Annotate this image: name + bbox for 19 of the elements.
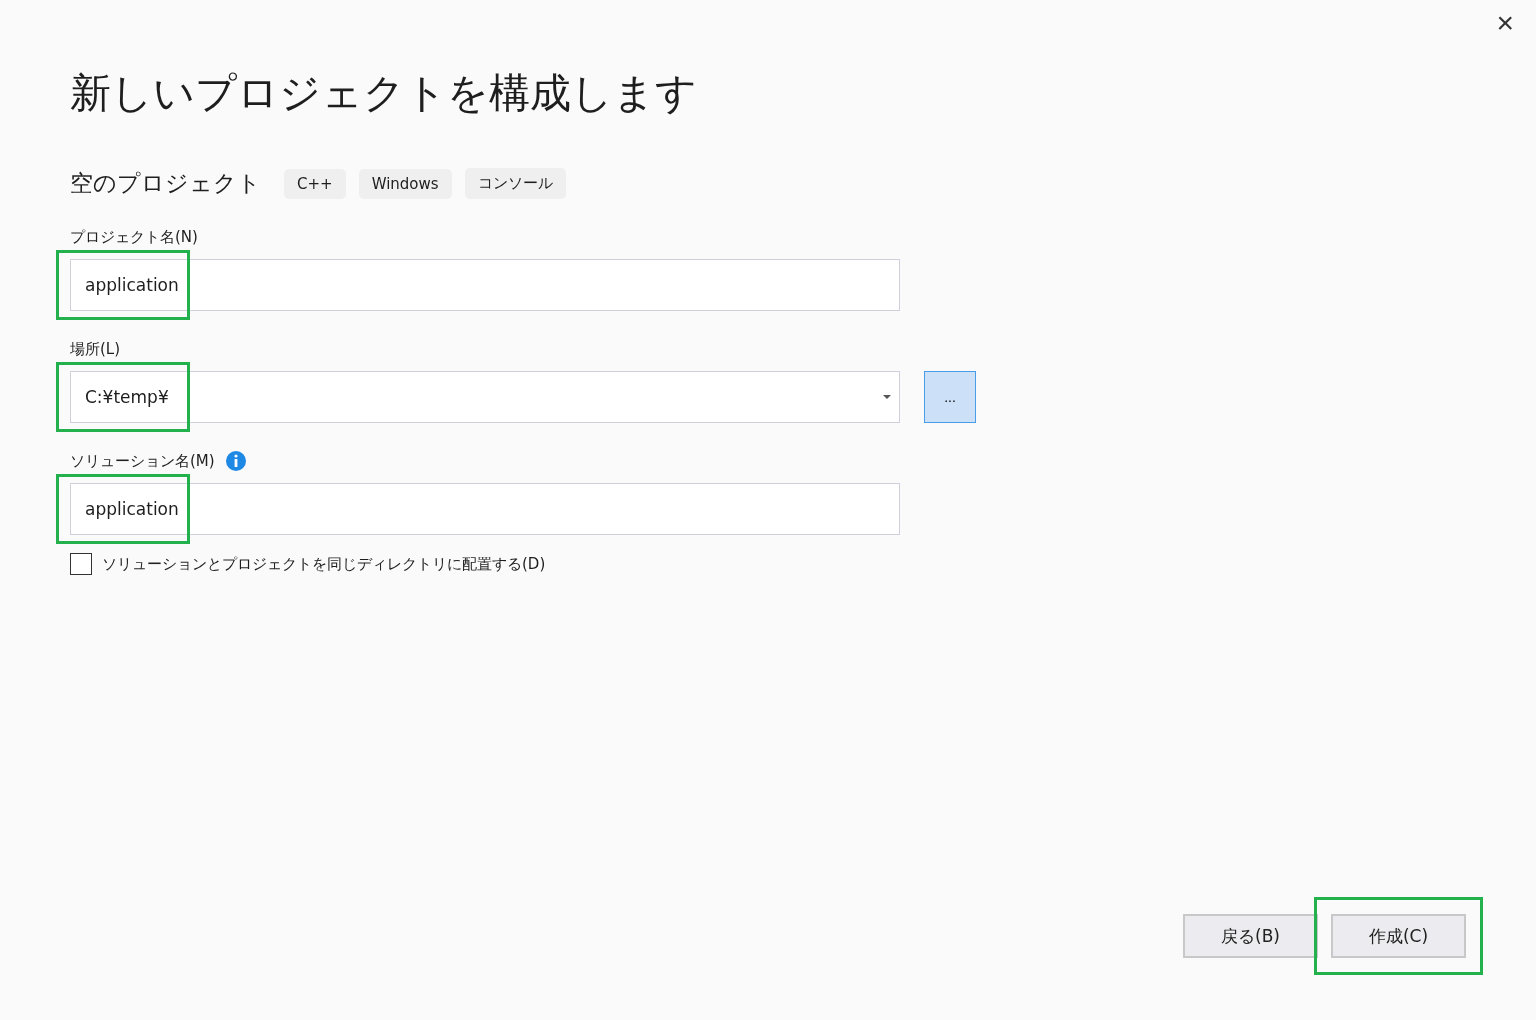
dialog-button[interactable]: 戻る(B) — [1183, 914, 1318, 958]
input-field[interactable]: application — [70, 483, 900, 535]
close-button[interactable]: × — [1492, 8, 1518, 38]
dialog-title: 新しいプロジェクトを構成します — [70, 68, 698, 119]
field-label: 場所(L) — [70, 339, 121, 359]
caret-icon — [883, 395, 891, 399]
field-label: プロジェクト名(N) — [70, 227, 198, 247]
tag: コンソール — [464, 168, 566, 199]
checkbox-label: ソリューションとプロジェクトを同じディレクトリに配置する(D) — [102, 554, 546, 574]
dialog-button[interactable]: 作成(C) — [1331, 914, 1466, 958]
info-icon[interactable] — [224, 450, 247, 472]
tag: C++ — [284, 168, 346, 199]
template-name: 空のプロジェクト — [70, 169, 261, 198]
field-label: ソリューション名(M) — [70, 451, 215, 471]
browse-button[interactable]: ... — [924, 371, 976, 423]
checkbox[interactable] — [70, 553, 92, 575]
input-field[interactable]: application — [70, 259, 900, 311]
location-dropdown[interactable]: C:¥temp¥ — [70, 371, 900, 423]
tag: Windows — [358, 168, 452, 199]
